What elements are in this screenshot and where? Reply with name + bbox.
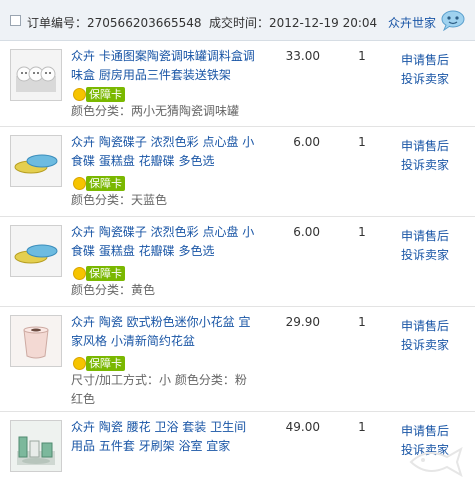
warranty-icon <box>73 267 86 280</box>
product-attributes: 尺寸/加工方式：小 颜色分类：粉红色 <box>71 373 247 406</box>
order-item-row: 众卉 卡通图案陶瓷调味罐调料盒调味盒 厨房用品三件套装送铁架 保障卡 颜色分类：… <box>0 41 475 127</box>
product-title-link[interactable]: 众卉 陶瓷碟子 浓烈色彩 点心盘 小食碟 蛋糕盘 花瓣碟 多色选 <box>71 133 256 171</box>
warranty-label: 保障卡 <box>86 356 125 371</box>
complain-seller-link[interactable]: 投诉卖家 <box>401 70 449 89</box>
order-number-value: 270566203665548 <box>87 16 202 30</box>
product-thumbnail[interactable] <box>10 49 62 101</box>
apply-after-sales-link[interactable]: 申请售后 <box>401 51 449 70</box>
product-thumbnail[interactable] <box>10 420 62 472</box>
order-item-row: 众卉 陶瓷 腰花 卫浴 套装 卫生间用品 五件套 牙刷架 浴室 宜家 49.00… <box>0 412 475 488</box>
watermark-logo <box>405 445 467 482</box>
warranty-label: 保障卡 <box>86 176 125 191</box>
product-title-link[interactable]: 众卉 陶瓷碟子 浓烈色彩 点心盘 小食碟 蛋糕盘 花瓣碟 多色选 <box>71 223 256 261</box>
warranty-label: 保障卡 <box>86 87 125 102</box>
warranty-badge[interactable]: 保障卡 <box>73 176 125 191</box>
order-time: 成交时间：2012-12-19 20:04 <box>209 14 377 31</box>
product-thumbnail[interactable] <box>10 135 62 187</box>
order-item-row: 众卉 陶瓷碟子 浓烈色彩 点心盘 小食碟 蛋糕盘 花瓣碟 多色选 保障卡 颜色分… <box>0 127 475 217</box>
product-attributes: 颜色分类：两小无猜陶瓷调味罐 <box>71 104 240 118</box>
warranty-label: 保障卡 <box>86 266 125 281</box>
quantity: 1 <box>358 225 366 239</box>
apply-after-sales-link[interactable]: 申请售后 <box>401 137 449 156</box>
complain-seller-link[interactable]: 投诉卖家 <box>401 246 449 265</box>
unit-price: 6.00 <box>293 135 320 149</box>
unit-price: 49.00 <box>285 420 320 434</box>
unit-price: 33.00 <box>285 49 320 63</box>
complain-seller-link[interactable]: 投诉卖家 <box>401 156 449 175</box>
select-order-checkbox[interactable] <box>10 15 21 26</box>
quantity: 1 <box>358 315 366 329</box>
product-attributes: 颜色分类：黄色 <box>71 283 156 297</box>
product-title-link[interactable]: 众卉 陶瓷 欧式粉色迷你小花盆 宜家风格 小清新简约花盆 <box>71 313 256 351</box>
product-attributes: 颜色分类：天蓝色 <box>71 193 168 207</box>
order-number: 订单编号：270566203665548 <box>27 14 202 31</box>
shop-name-link[interactable]: 众卉世家 <box>388 14 436 31</box>
order-number-label: 订单编号： <box>27 16 88 30</box>
apply-after-sales-link[interactable]: 申请售后 <box>401 317 449 336</box>
quantity: 1 <box>358 135 366 149</box>
warranty-badge[interactable]: 保障卡 <box>73 87 125 102</box>
order-item-row: 众卉 陶瓷 欧式粉色迷你小花盆 宜家风格 小清新简约花盆 保障卡 尺寸/加工方式… <box>0 307 475 412</box>
warranty-icon <box>73 88 86 101</box>
warranty-icon <box>73 357 86 370</box>
apply-after-sales-link[interactable]: 申请售后 <box>401 422 449 441</box>
wangwang-chat-icon[interactable] <box>440 9 466 34</box>
warranty-icon <box>73 177 86 190</box>
quantity: 1 <box>358 420 366 434</box>
product-title-link[interactable]: 众卉 陶瓷 腰花 卫浴 套装 卫生间用品 五件套 牙刷架 浴室 宜家 <box>71 418 256 456</box>
warranty-badge[interactable]: 保障卡 <box>73 356 125 371</box>
product-thumbnail[interactable] <box>10 225 62 277</box>
complain-seller-link[interactable]: 投诉卖家 <box>401 336 449 355</box>
product-title-link[interactable]: 众卉 卡通图案陶瓷调味罐调料盒调味盒 厨房用品三件套装送铁架 <box>71 47 256 85</box>
order-time-label: 成交时间： <box>209 16 270 30</box>
order-time-value: 2012-12-19 20:04 <box>269 16 378 30</box>
warranty-badge[interactable]: 保障卡 <box>73 266 125 281</box>
unit-price: 6.00 <box>293 225 320 239</box>
order-item-row: 众卉 陶瓷碟子 浓烈色彩 点心盘 小食碟 蛋糕盘 花瓣碟 多色选 保障卡 颜色分… <box>0 217 475 307</box>
quantity: 1 <box>358 49 366 63</box>
product-thumbnail[interactable] <box>10 315 62 367</box>
unit-price: 29.90 <box>285 315 320 329</box>
order-header: 订单编号：270566203665548 成交时间：2012-12-19 20:… <box>0 0 475 41</box>
apply-after-sales-link[interactable]: 申请售后 <box>401 227 449 246</box>
